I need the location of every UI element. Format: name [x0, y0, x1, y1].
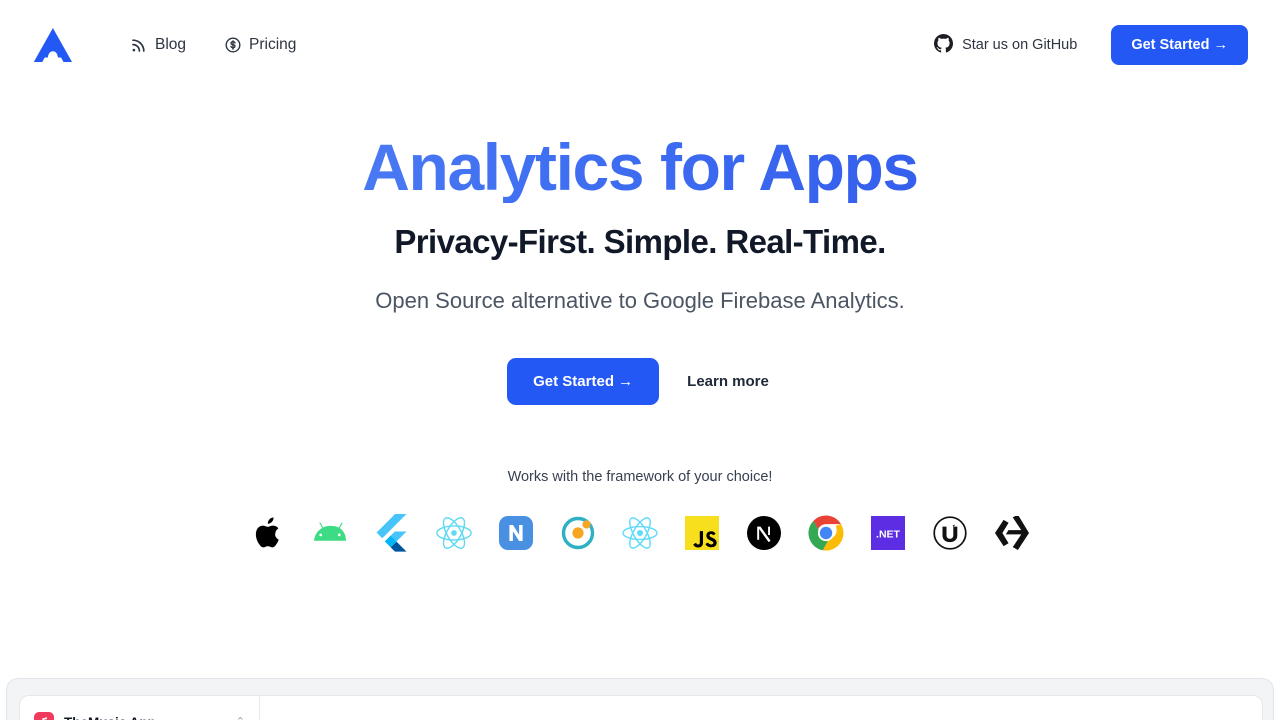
hero-tagline: Open Source alternative to Google Fireba…: [375, 288, 905, 314]
dashboard-preview-frame: TheMusic App ⌃: [6, 678, 1274, 720]
chrome-icon[interactable]: [806, 513, 846, 553]
github-star-link[interactable]: Star us on GitHub: [934, 33, 1078, 57]
nav-item-pricing[interactable]: Pricing: [224, 37, 296, 54]
hero-get-started-button[interactable]: Get Started →: [507, 358, 660, 406]
site-header: Blog Pricing Star us on GitHub Get Start…: [0, 0, 1280, 90]
unity-icon[interactable]: [992, 513, 1032, 553]
github-star-label: Star us on GitHub: [962, 36, 1078, 53]
dollar-circle-icon: [224, 37, 241, 54]
hero-learn-more-button[interactable]: Learn more: [683, 358, 773, 405]
hero-section: Analytics for Apps Privacy-First. Simple…: [0, 90, 1280, 553]
analytics-a-logo-icon[interactable]: [32, 25, 74, 65]
chevron-up-icon: ⌃: [236, 716, 245, 720]
main-nav: Blog Pricing: [130, 37, 296, 54]
javascript-icon[interactable]: [682, 513, 722, 553]
nav-item-blog-label: Blog: [155, 36, 187, 54]
nextjs-icon[interactable]: [744, 513, 784, 553]
dotnet-icon[interactable]: .NET: [868, 513, 908, 553]
header-left: Blog Pricing: [0, 25, 296, 65]
react-icon[interactable]: [620, 513, 660, 553]
ionic-icon[interactable]: [558, 513, 598, 553]
unreal-engine-icon[interactable]: [930, 513, 970, 553]
android-icon[interactable]: [310, 513, 350, 553]
github-icon: [934, 33, 954, 57]
music-app-icon: [34, 712, 54, 720]
landing-page: Blog Pricing Star us on GitHub Get Start…: [0, 0, 1280, 720]
hero-headline: Analytics for Apps: [0, 131, 1280, 203]
flutter-icon[interactable]: [372, 513, 412, 553]
rss-icon: [130, 37, 147, 54]
nav-item-pricing-label: Pricing: [249, 36, 297, 54]
frameworks-label: Works with the framework of your choice!: [507, 469, 773, 486]
app-switcher[interactable]: TheMusic App ⌃: [20, 696, 259, 720]
hero-cta-row: Get Started → Learn more: [0, 358, 1280, 406]
app-switcher-label: TheMusic App: [64, 715, 156, 720]
nav-item-blog[interactable]: Blog: [130, 37, 186, 54]
electron-icon[interactable]: [434, 513, 474, 553]
dashboard-preview: TheMusic App ⌃: [19, 695, 1263, 720]
header-get-started-button[interactable]: Get Started →: [1111, 24, 1248, 66]
apple-icon[interactable]: [248, 513, 288, 553]
framework-logo-row: .NET: [0, 513, 1280, 553]
header-right: Star us on GitHub Get Started →: [934, 24, 1280, 66]
svg-text:.NET: .NET: [876, 529, 901, 541]
dashboard-sidebar: TheMusic App ⌃: [20, 696, 260, 720]
nativescript-icon[interactable]: [496, 513, 536, 553]
hero-subheadline: Privacy-First. Simple. Real-Time.: [394, 223, 886, 261]
